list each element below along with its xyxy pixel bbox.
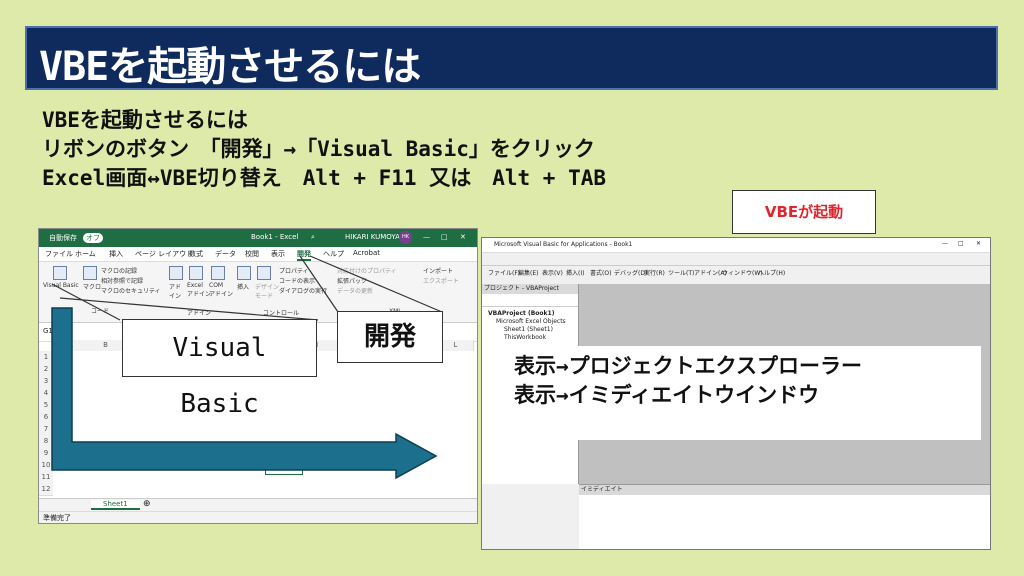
- callout-visual-basic: Visual Basic: [122, 319, 317, 419]
- callout-menu-line-2: 表示→イミディエイトウインドウ: [514, 383, 820, 407]
- callout-line-dev: [299, 255, 339, 313]
- callout-view-menu: 表示→プロジェクトエクスプローラー 表示→イミディエイトウインドウ: [500, 346, 981, 440]
- callout-line-dev-2: [309, 255, 443, 313]
- arrow-graphic: [51, 255, 443, 480]
- callout-developer: 開発: [337, 311, 443, 363]
- callout-menu-line-1: 表示→プロジェクトエクスプローラー: [514, 354, 863, 378]
